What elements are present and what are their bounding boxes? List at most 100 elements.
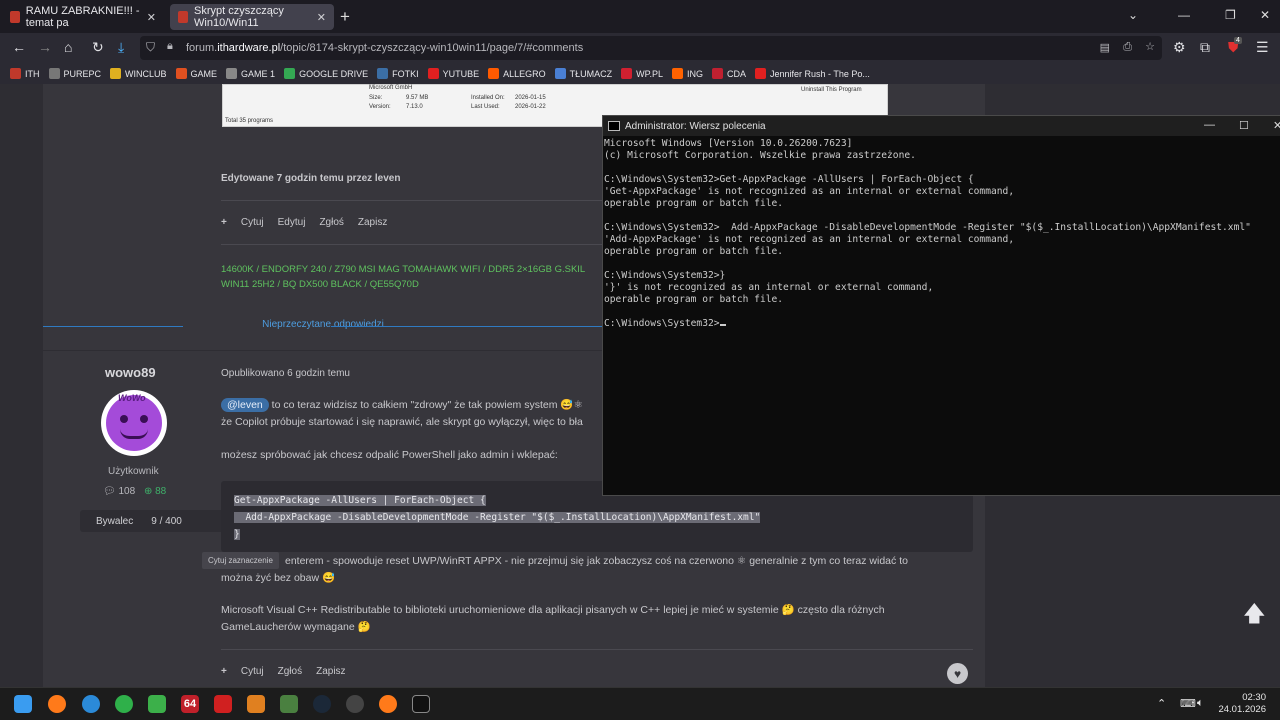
terminal-icon[interactable] <box>412 695 430 713</box>
bookmark-item[interactable]: GAME 1 <box>226 68 275 79</box>
excel-icon[interactable] <box>148 695 166 713</box>
plus-icon[interactable]: + <box>221 217 227 228</box>
quote-selection-tooltip[interactable]: Cytuj zaznaczenie <box>202 552 279 569</box>
post-text: enterem - spowoduje reset UWP/WinRT APPX… <box>285 555 908 567</box>
steam-icon[interactable] <box>313 695 331 713</box>
report-button[interactable]: Zgłoś <box>319 217 343 228</box>
save-button[interactable]: Zapisz <box>316 666 345 677</box>
reader-view-icon[interactable]: ▤ <box>1100 41 1110 54</box>
close-icon[interactable]: ✕ <box>317 11 326 24</box>
cmd-line: Microsoft Windows [Version 10.0.26200.76… <box>604 138 853 149</box>
bookmark-item[interactable]: CDA <box>712 68 746 79</box>
cmd-prompt: C:\Windows\System32> <box>604 318 720 329</box>
minimize-icon[interactable]: — <box>1204 119 1215 131</box>
bookmark-item[interactable]: GOOGLE DRIVE <box>284 68 368 79</box>
avatar[interactable]: WoWo <box>101 390 167 456</box>
minimize-icon[interactable]: — <box>1178 8 1190 22</box>
bookmark-favicon-icon <box>672 68 683 79</box>
user-mention[interactable]: @leven <box>221 398 269 412</box>
firefox-icon[interactable] <box>379 695 397 713</box>
spider-app-icon[interactable] <box>346 695 364 713</box>
tab-list-chevron-icon[interactable]: ⌄ <box>1128 8 1138 22</box>
bookmark-item[interactable]: WINCLUB <box>110 68 167 79</box>
bookmark-label: WINCLUB <box>125 68 167 79</box>
new-tab-icon[interactable]: + <box>340 7 350 27</box>
tab-ramu[interactable]: RAMU ZABRAKNIE!!! - temat pa ✕ <box>2 4 164 30</box>
menu-icon[interactable]: ☰ <box>1256 39 1269 56</box>
cmd-title: Administrator: Wiersz polecenia <box>625 120 766 132</box>
post-text: możesz spróbować jak chcesz odpalić Powe… <box>221 449 558 461</box>
volume-icon[interactable]: 🔈︎ <box>1197 697 1204 710</box>
windows-start-icon[interactable] <box>14 695 32 713</box>
bookmark-item[interactable]: PUREPC <box>48 68 101 79</box>
report-button[interactable]: Zgłoś <box>278 666 302 677</box>
bookmark-favicon-icon <box>427 68 439 79</box>
signature-line: 14600K / ENDORFY 240 / Z790 MSI MAG TOMA… <box>221 264 586 275</box>
bookmark-item[interactable]: TŁUMACZ <box>554 68 612 79</box>
save-button[interactable]: Zapisz <box>358 217 387 228</box>
firefox-icon[interactable] <box>48 695 66 713</box>
bookmark-star-icon[interactable]: ☆ <box>1145 40 1155 53</box>
user-stats: 💬︎ 108 ⊕ 88 <box>103 486 166 497</box>
bookmark-label: ALLEGRO <box>503 68 546 79</box>
forward-icon[interactable]: → <box>38 39 52 55</box>
green-app-icon[interactable] <box>115 695 133 713</box>
bookmark-favicon-icon <box>48 68 60 79</box>
maximize-icon[interactable]: ☐ <box>1239 119 1249 132</box>
cmd-line: C:\Windows\System32> Add-AppxPackage -Di… <box>604 222 1251 233</box>
cmd-output[interactable]: Microsoft Windows [Version 10.0.26200.76… <box>604 138 1251 330</box>
bookmark-item[interactable]: FOTKI <box>377 68 419 79</box>
edge-icon[interactable] <box>82 695 100 713</box>
bookmark-item[interactable]: Jennifer Rush - The Po... <box>755 68 870 79</box>
rank-badge: Bywalec 9 / 400 <box>80 510 232 532</box>
post-line: @leven to co teraz widzisz to całkiem "z… <box>221 397 583 414</box>
divider-line <box>331 326 603 327</box>
bookmark-item[interactable]: ITH <box>10 68 40 79</box>
cmd-prompt-line: C:\Windows\System32> <box>604 318 1251 330</box>
ith-favicon-icon <box>178 11 189 23</box>
username[interactable]: wowo89 <box>105 365 156 380</box>
bookmark-item[interactable]: ING <box>672 68 703 79</box>
shield-icon[interactable]: ⛉ <box>146 40 155 55</box>
tab-title: Skrypt czyszczący Win10/Win11 <box>194 5 284 29</box>
edit-button[interactable]: Edytuj <box>278 217 306 228</box>
back-icon[interactable]: ← <box>12 39 26 55</box>
bookmark-item[interactable]: GAME <box>175 68 217 79</box>
window-close-icon[interactable]: ✕ <box>1260 8 1270 22</box>
scroll-top-arrow-icon[interactable]: 🡅 <box>1243 597 1266 635</box>
bookmark-item[interactable]: YUTUBE <box>427 68 479 79</box>
bookmark-item[interactable]: WP.PL <box>621 68 663 79</box>
puzzle-icon[interactable]: ⧉ <box>1200 39 1210 56</box>
tray-chevron-icon[interactable]: ⌃ <box>1157 697 1166 710</box>
cpuz-icon[interactable] <box>247 695 265 713</box>
quote-button[interactable]: Cytuj <box>241 217 264 228</box>
extensions-icon[interactable]: ⚙ <box>1173 39 1186 56</box>
flash-app-icon[interactable] <box>214 695 232 713</box>
unread-divider-label: Nieprzeczytane odpowiedzi <box>262 319 384 330</box>
download-icon[interactable]: ⤓ <box>118 39 124 56</box>
heart-icon[interactable]: ♥ <box>947 663 968 684</box>
save-page-icon[interactable]: ⎙ <box>1123 41 1132 54</box>
clock[interactable]: 02:30 24.01.2026 <box>1218 692 1266 716</box>
bookmark-item[interactable]: ALLEGRO <box>488 68 546 79</box>
gpu-app-icon[interactable] <box>280 695 298 713</box>
close-icon[interactable]: ✕ <box>147 11 156 24</box>
installed-label: Installed On: <box>471 95 505 101</box>
restore-icon[interactable]: ❐ <box>1225 8 1236 22</box>
command-prompt-window[interactable]: Administrator: Wiersz polecenia — ☐ ✕ Mi… <box>602 115 1280 496</box>
bookmarks-bar: ITH PUREPC WINCLUB GAME GAME 1 GOOGLE DRIVE FO… <box>0 63 1280 84</box>
reload-icon[interactable]: ↻ <box>92 39 104 56</box>
plus-icon[interactable]: + <box>221 666 227 677</box>
aida64-icon[interactable]: 64 <box>181 695 199 713</box>
home-icon[interactable]: ⌂ <box>64 39 72 55</box>
cmd-titlebar[interactable]: Administrator: Wiersz polecenia — ☐ ✕ <box>603 116 1280 136</box>
bookmark-favicon-icon <box>377 68 389 79</box>
quote-button[interactable]: Cytuj <box>241 666 264 677</box>
cmd-line: C:\Windows\System32>Get-AppxPackage -All… <box>604 174 974 185</box>
network-icon[interactable]: ⌨ <box>1180 697 1196 710</box>
url-bar[interactable]: ⛉ 🔒︎ forum. ithardware.pl/topic/8174-skry… <box>140 36 1162 60</box>
tab-skrypt[interactable]: Skrypt czyszczący Win10/Win11 ✕ <box>170 4 334 30</box>
post-text: że Copilot próbuje startować i się napra… <box>221 416 583 428</box>
tab-bar: RAMU ZABRAKNIE!!! - temat pa ✕ Skrypt cz… <box>0 0 1280 33</box>
close-icon[interactable]: ✕ <box>1273 119 1280 132</box>
